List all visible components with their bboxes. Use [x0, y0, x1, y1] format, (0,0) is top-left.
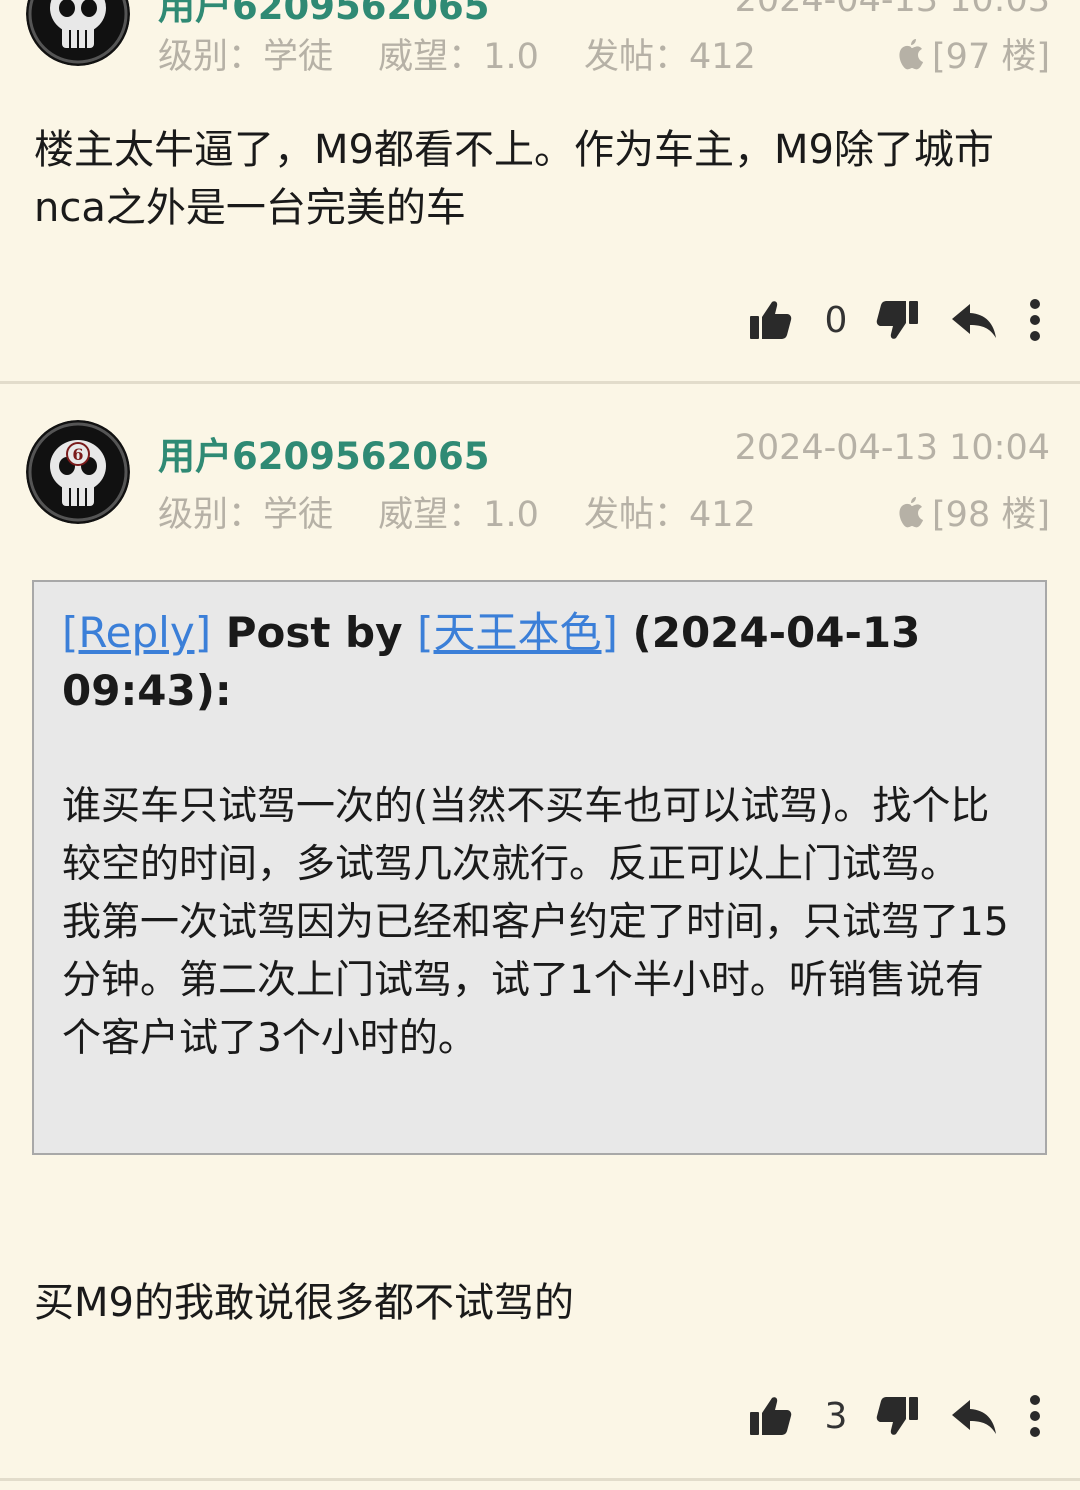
quoted-reply: [Reply] Post by [天王本色] (2024-04-13 09:43…	[32, 580, 1047, 1155]
thumbs-up-icon	[750, 301, 792, 339]
avatar[interactable]: 6	[26, 420, 130, 524]
post-divider	[0, 381, 1080, 384]
level-value: 学徒	[263, 37, 334, 77]
quote-body: 谁买车只试驾一次的(当然不买车也可以试驾)。找个比较空的时间，多试驾几次就行。反…	[62, 784, 1009, 1061]
post-actions: 3	[748, 1386, 1042, 1446]
like-button[interactable]	[748, 1395, 792, 1437]
reply-icon	[952, 1400, 996, 1434]
avatar[interactable]	[26, 0, 130, 66]
reply-button[interactable]	[950, 1396, 998, 1436]
prestige-value: 1.0	[483, 37, 539, 77]
thumbs-up-icon	[750, 1397, 792, 1435]
floor-number: [97 楼]	[896, 28, 1050, 79]
post-timestamp: 2024-04-13 10:04	[734, 428, 1050, 468]
post-divider	[0, 1478, 1080, 1481]
prestige-label: 威望：	[378, 37, 484, 77]
post-content: 楼主太牛逼了，M9都看不上。作为车主，M9除了城市nca之外是一台完美的车	[34, 127, 994, 231]
username[interactable]: 用户6209562065	[158, 0, 489, 30]
post-content: 买M9的我敢说很多都不试驾的	[34, 1280, 574, 1326]
posts-count-value: 412	[689, 37, 756, 77]
posts-count-label: 发帖：	[584, 495, 690, 535]
level-label: 级别：	[158, 37, 264, 77]
quoted-author-link[interactable]: [天王本色]	[417, 608, 618, 657]
more-button[interactable]	[1028, 298, 1042, 342]
quote-post-by: Post by	[211, 608, 418, 657]
floor-label: [97 楼]	[932, 37, 1050, 77]
posts-count-label: 发帖：	[584, 37, 690, 77]
more-vertical-icon	[1030, 1395, 1040, 1437]
quote-header: [Reply] Post by [天王本色] (2024-04-13 09:43…	[62, 604, 1017, 720]
more-vertical-icon	[1030, 299, 1040, 341]
user-meta: 级别：学徒 威望：1.0 发帖：412	[158, 28, 756, 79]
more-button[interactable]	[1028, 1394, 1042, 1438]
like-button[interactable]	[748, 299, 792, 341]
thumbs-down-icon	[876, 301, 918, 339]
username[interactable]: 用户6209562065	[158, 426, 489, 480]
thumbs-down-icon	[876, 1397, 918, 1435]
user-meta: 级别：学徒 威望：1.0 发帖：412	[158, 486, 756, 537]
level-value: 学徒	[263, 495, 334, 535]
skull-avatar-icon	[26, 0, 130, 66]
level-label: 级别：	[158, 495, 264, 535]
reply-icon	[952, 304, 996, 338]
dislike-button[interactable]	[876, 1395, 920, 1437]
skull-avatar-icon: 6	[26, 420, 130, 524]
prestige-value: 1.0	[483, 495, 539, 535]
post-floor-97: 用户6209562065 2024-04-13 10:03 级别：学徒 威望：1…	[0, 0, 1080, 384]
floor-label: [98 楼]	[932, 495, 1050, 535]
apple-icon	[899, 496, 924, 527]
dislike-button[interactable]	[876, 299, 920, 341]
prestige-label: 威望：	[378, 495, 484, 535]
apple-icon	[899, 38, 924, 69]
like-count: 0	[824, 299, 848, 341]
post-timestamp: 2024-04-13 10:03	[734, 0, 1050, 20]
posts-count-value: 412	[689, 495, 756, 535]
like-count: 3	[824, 1395, 848, 1437]
svg-text:6: 6	[72, 445, 83, 464]
post-actions: 0	[748, 290, 1042, 350]
reply-link[interactable]: [Reply]	[62, 608, 211, 657]
reply-button[interactable]	[950, 300, 998, 340]
floor-number: [98 楼]	[896, 486, 1050, 537]
post-floor-98: 6 用户6209562065 2024-04-13 10:04 级别：学徒 威望…	[0, 386, 1080, 1480]
